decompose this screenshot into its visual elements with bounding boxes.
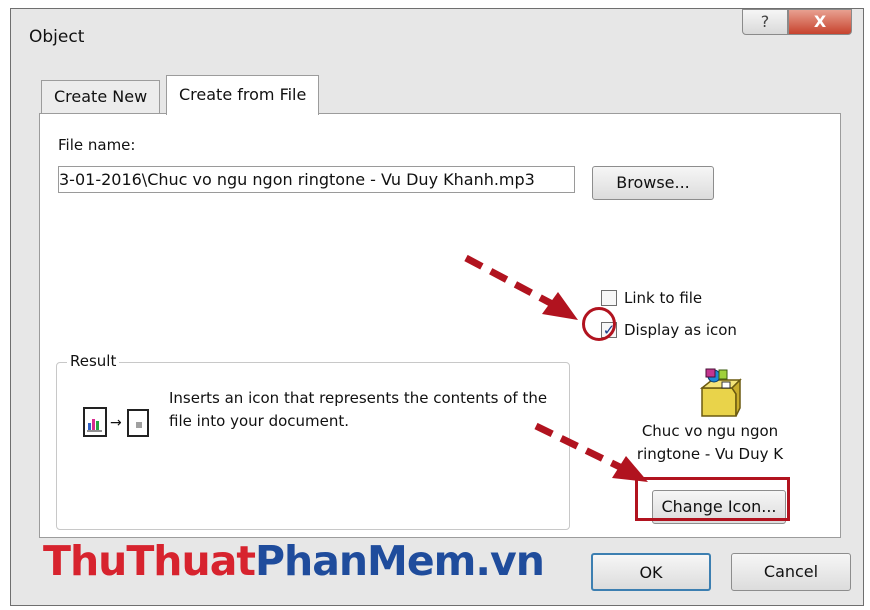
dialog-title: Object — [29, 27, 85, 47]
cancel-button[interactable]: Cancel — [731, 553, 851, 591]
watermark-part2: PhanMem — [254, 537, 476, 585]
document-icon — [127, 409, 149, 437]
display-as-icon-label: Display as icon — [624, 321, 737, 339]
result-group: Result → Inserts an icon that represents… — [56, 352, 570, 530]
watermark: ThuThuatPhanMem.vn — [43, 537, 545, 585]
tab-create-from-file[interactable]: Create from File — [166, 75, 320, 115]
help-button[interactable]: ? — [742, 9, 788, 35]
watermark-part3: .vn — [475, 537, 544, 585]
result-title: Result — [67, 352, 120, 370]
browse-button[interactable]: Browse... — [592, 166, 714, 200]
annotation-arrow-bottom-icon — [534, 422, 648, 482]
link-to-file-label: Link to file — [624, 289, 703, 307]
tab-panel: File name: 3-01-2016\Chuc vo ngu ngon ri… — [39, 113, 841, 538]
watermark-part1: ThuThuat — [43, 537, 256, 585]
result-description: Inserts an icon that represents the cont… — [169, 389, 548, 430]
close-button[interactable]: X — [788, 9, 852, 35]
package-icon — [692, 366, 744, 418]
file-name-value: 3-01-2016\Chuc vo ngu ngon ringtone - Vu… — [59, 170, 535, 189]
annotation-arrow-top-icon — [464, 254, 578, 320]
file-name-input[interactable]: 3-01-2016\Chuc vo ngu ngon ringtone - Vu… — [58, 166, 575, 193]
tab-create-new[interactable]: Create New — [41, 80, 161, 113]
ok-button[interactable]: OK — [591, 553, 711, 591]
arrow-right-icon: → — [110, 415, 122, 431]
embedded-object-icon — [83, 407, 107, 437]
link-to-file-checkbox[interactable] — [601, 290, 617, 306]
file-name-label: File name: — [58, 136, 136, 154]
